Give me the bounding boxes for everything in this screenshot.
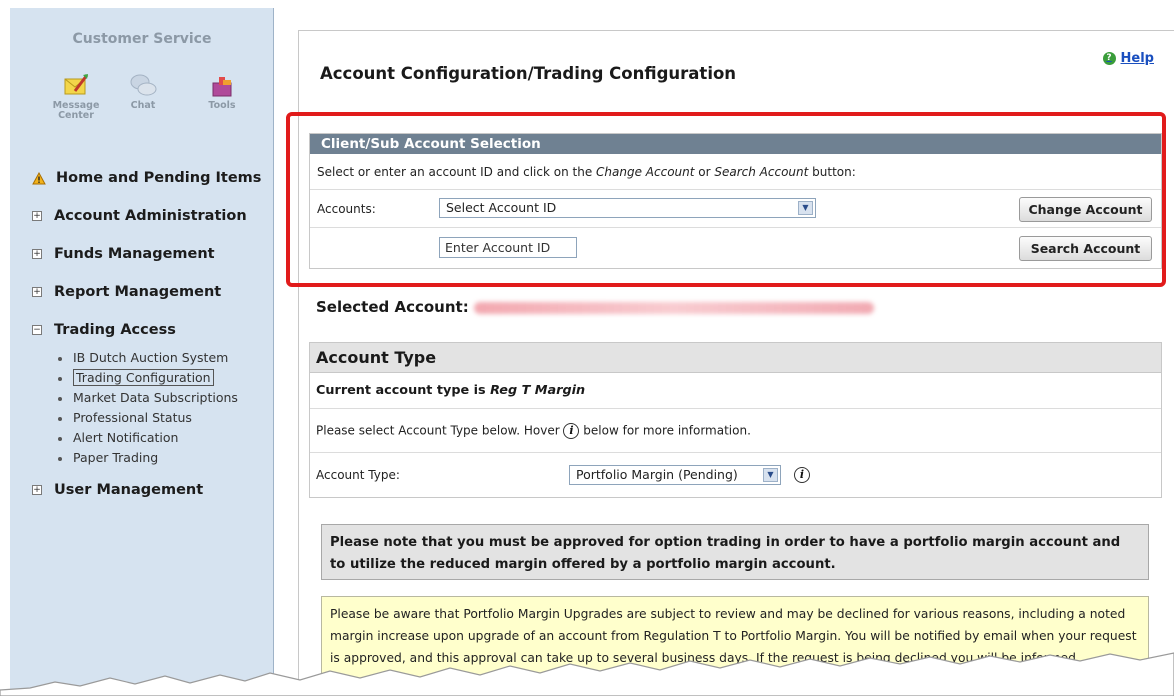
nav-user-management[interactable]: + User Management (32, 482, 203, 498)
nav-report-label: Report Management (54, 284, 222, 300)
instruction-text: Select or enter an account ID and click … (317, 165, 856, 179)
portfolio-margin-notice: Please be aware that Portfolio Margin Up… (321, 596, 1149, 696)
main-panel: Account Configuration/Trading Configurat… (298, 30, 1174, 696)
chat-icon (130, 74, 157, 96)
current-account-type: Current account type is Reg T Margin (316, 383, 586, 398)
client-account-selection: Client/Sub Account Selection Select or e… (309, 133, 1162, 269)
chevron-down-icon: ▼ (763, 468, 778, 482)
chat-label: Chat (130, 100, 156, 111)
accounts-row: Accounts: Select Account ID ▼ Change Acc… (310, 190, 1161, 228)
bullet-icon (58, 416, 62, 421)
info-icon[interactable]: i (563, 423, 580, 439)
nav-home-pending[interactable]: Home and Pending Items (32, 170, 261, 186)
nav-report-management[interactable]: + Report Management (32, 284, 221, 300)
search-row: Enter Account ID Search Account (310, 228, 1161, 268)
nav-home-label: Home and Pending Items (56, 170, 262, 186)
account-type-section: Account Type Current account type is Reg… (309, 342, 1162, 498)
client-section-header: Client/Sub Account Selection (310, 134, 1161, 154)
expand-icon[interactable]: + (32, 211, 42, 221)
expand-icon[interactable]: + (32, 249, 42, 259)
account-type-select[interactable]: Portfolio Margin (Pending) ▼ (569, 465, 781, 485)
help-label: Help (1120, 51, 1154, 66)
sub-ib-dutch-auction[interactable]: IB Dutch Auction System (58, 350, 228, 365)
accounts-label: Accounts: (317, 202, 376, 216)
sub-trading-configuration[interactable]: Trading Configuration (58, 369, 214, 386)
selected-account-label: Selected Account: (316, 298, 469, 316)
bullet-icon (58, 396, 62, 401)
hover-instruction: Please select Account Type below. Hover … (316, 423, 751, 439)
warning-icon (32, 171, 46, 184)
nav-funds-label: Funds Management (54, 246, 215, 262)
selected-account-value-redacted (474, 302, 874, 314)
message-center-icon (64, 74, 89, 95)
account-id-select[interactable]: Select Account ID ▼ (439, 198, 816, 218)
sub-alert-notification[interactable]: Alert Notification (58, 430, 178, 445)
bullet-icon (58, 376, 62, 381)
chevron-down-icon: ▼ (798, 201, 813, 215)
nav-user-label: User Management (54, 482, 204, 498)
search-account-button[interactable]: Search Account (1019, 236, 1152, 261)
tools-icon (212, 77, 232, 97)
nav-account-administration[interactable]: + Account Administration (32, 208, 247, 224)
nav-trading-label: Trading Access (54, 322, 176, 338)
info-icon[interactable]: i (794, 467, 810, 483)
expand-icon[interactable]: + (32, 287, 42, 297)
page-title: Account Configuration/Trading Configurat… (320, 64, 737, 83)
nav-account-admin-label: Account Administration (54, 208, 247, 224)
account-type-label: Account Type: (316, 468, 400, 482)
tools-tool[interactable]: Tools (192, 71, 252, 111)
option-trading-notice: Please note that you must be approved fo… (321, 524, 1149, 580)
account-type-select-row: Account Type: Portfolio Margin (Pending)… (310, 453, 1161, 497)
nav-trading-access[interactable]: − Trading Access (32, 322, 176, 338)
instruction-row: Select or enter an account ID and click … (310, 154, 1161, 190)
tools-label: Tools (208, 100, 236, 111)
account-type-header: Account Type (310, 343, 1161, 373)
hover-info-row: Please select Account Type below. Hover … (310, 409, 1161, 453)
bullet-icon (58, 436, 62, 441)
collapse-icon[interactable]: − (32, 325, 42, 335)
change-account-button[interactable]: Change Account (1019, 197, 1152, 222)
chat-tool[interactable]: Chat (113, 71, 173, 111)
help-icon: ? (1102, 52, 1116, 65)
bullet-icon (58, 456, 62, 461)
help-link[interactable]: ? Help (1102, 51, 1154, 66)
sub-market-data[interactable]: Market Data Subscriptions (58, 390, 238, 405)
sidebar: Customer Service Message Center Chat Too… (10, 8, 274, 696)
account-id-input[interactable]: Enter Account ID (439, 237, 577, 258)
message-center-label: Message Center (52, 100, 100, 121)
expand-icon[interactable]: + (32, 485, 42, 495)
customer-service-title: Customer Service (72, 31, 212, 47)
bullet-icon (58, 356, 62, 361)
message-center-tool[interactable]: Message Center (46, 71, 106, 121)
current-type-row: Current account type is Reg T Margin (310, 373, 1161, 409)
nav-funds-management[interactable]: + Funds Management (32, 246, 215, 262)
sub-professional-status[interactable]: Professional Status (58, 410, 192, 425)
sub-paper-trading[interactable]: Paper Trading (58, 450, 158, 465)
